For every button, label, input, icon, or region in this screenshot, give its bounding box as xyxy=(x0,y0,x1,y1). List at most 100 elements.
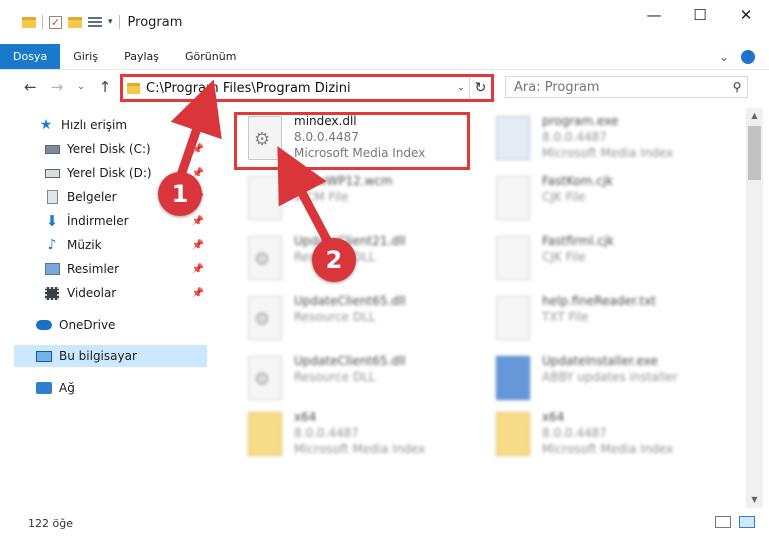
folder-icon xyxy=(496,412,530,456)
folder-icon xyxy=(127,82,140,94)
vertical-scrollbar[interactable]: ▲ ▼ xyxy=(746,108,763,508)
pin-icon: 📌 xyxy=(191,143,204,155)
maximize-button[interactable]: ☐ xyxy=(677,0,723,30)
forward-arrow-icon[interactable]: → xyxy=(51,78,64,96)
file-item[interactable]: SnowWP12.wcm WCM File xyxy=(234,172,474,228)
file-name: Fastfirml.cjk xyxy=(542,234,615,248)
file-item[interactable]: program.exe 8.0.0.4487 Microsoft Media I… xyxy=(482,112,722,168)
new-folder-icon[interactable] xyxy=(68,16,82,28)
up-arrow-icon[interactable]: ↑ xyxy=(99,78,112,96)
search-icon[interactable]: ⚲ xyxy=(727,80,747,94)
tab-view[interactable]: Görünüm xyxy=(172,44,249,69)
file-list: mindex.dll 8.0.0.4487 Microsoft Media In… xyxy=(222,108,742,508)
sidebar-item-music[interactable]: ♪ Müzik 📌 xyxy=(14,234,207,256)
tab-file[interactable]: Dosya xyxy=(0,44,61,69)
pin-icon: 📌 xyxy=(191,287,204,299)
computer-icon xyxy=(36,348,52,364)
step-marker-2: 2 xyxy=(312,238,356,282)
close-button[interactable]: ✕ xyxy=(723,0,769,30)
properties-list-icon[interactable] xyxy=(88,16,102,28)
sidebar-item-label: Belgeler xyxy=(67,190,117,204)
minimize-button[interactable]: — xyxy=(631,0,677,30)
search-input[interactable] xyxy=(514,79,727,95)
sidebar-item-label: Hızlı erişim xyxy=(61,118,128,132)
sidebar-item-videos[interactable]: Videolar 📌 xyxy=(14,282,207,304)
file-name: UpdateClient65.dll xyxy=(294,294,406,308)
dll-file-icon xyxy=(248,236,282,280)
file-version: ABBY updates installer xyxy=(542,370,678,384)
file-name: UpdateInstaller.exe xyxy=(542,354,658,368)
view-switcher xyxy=(715,516,755,528)
pin-icon: 📌 xyxy=(191,239,204,251)
file-name: x64 xyxy=(294,410,317,424)
file-version: 8.0.0.4487 xyxy=(294,130,359,144)
quick-access-toolbar: ✓ ▾ xyxy=(0,15,120,29)
file-item[interactable]: x64 8.0.0.4487 Microsoft Media Index xyxy=(234,408,474,464)
videos-icon xyxy=(44,285,60,301)
scroll-down-arrow-icon[interactable]: ▼ xyxy=(746,492,763,508)
file-name: program.exe xyxy=(542,114,619,128)
file-item-mindex-dll[interactable]: mindex.dll 8.0.0.4487 Microsoft Media In… xyxy=(234,112,474,168)
sidebar-item-label: Müzik xyxy=(67,238,102,252)
sidebar-item-label: Yerel Disk (C:) xyxy=(67,142,151,156)
file-description: Microsoft Media Index xyxy=(542,146,674,160)
sidebar-item-pictures[interactable]: Resimler 📌 xyxy=(14,258,207,280)
sidebar-item-onedrive[interactable]: OneDrive xyxy=(14,314,207,336)
drive-icon xyxy=(44,165,60,181)
file-version: WCM File xyxy=(294,190,349,204)
sidebar-item-this-pc[interactable]: Bu bilgisayar xyxy=(14,345,207,367)
file-item[interactable]: FastKom.cjk CJK File xyxy=(482,172,722,228)
sidebar-item-label: Ağ xyxy=(59,381,75,395)
file-item[interactable]: x64 8.0.0.4487 Microsoft Media Index xyxy=(482,408,722,464)
dll-file-icon xyxy=(248,116,282,160)
tab-share[interactable]: Paylaş xyxy=(111,44,172,69)
installer-file-icon xyxy=(496,356,530,400)
help-icon[interactable]: ? xyxy=(741,49,755,64)
expand-ribbon-chevron-icon[interactable]: ⌄ xyxy=(719,50,729,64)
recent-locations-chevron-icon[interactable]: ⌄ xyxy=(77,82,85,92)
file-icon xyxy=(496,296,530,340)
file-item[interactable]: Fastfirml.cjk CJK File xyxy=(482,232,722,288)
file-item[interactable]: help.fineReader.txt TXT File xyxy=(482,292,722,348)
drive-icon xyxy=(44,141,60,157)
details-view-icon[interactable] xyxy=(715,516,731,528)
customize-toolbar-chevron-icon[interactable]: ▾ xyxy=(108,17,113,27)
step-marker-1: 1 xyxy=(158,172,202,216)
address-bar[interactable]: C:\Program Files\Program Dizini ⌄ ↻ xyxy=(120,74,494,102)
folder-icon xyxy=(248,412,282,456)
pin-icon: 📌 xyxy=(191,263,204,275)
sidebar-item-label: Videolar xyxy=(67,286,117,300)
pictures-icon xyxy=(44,261,60,277)
address-dropdown-chevron-icon[interactable]: ⌄ xyxy=(453,83,469,93)
file-description: Microsoft Media Index xyxy=(542,442,674,456)
dll-file-icon xyxy=(248,296,282,340)
address-path[interactable]: C:\Program Files\Program Dizini xyxy=(146,81,453,96)
file-item[interactable]: UpdateInstaller.exe ABBY updates install… xyxy=(482,352,722,408)
navigation-pane: ★ Hızlı erişim Yerel Disk (C:) 📌 Yerel D… xyxy=(0,108,210,508)
tab-home[interactable]: Giriş xyxy=(60,44,111,69)
sidebar-item-label: Resimler xyxy=(67,262,120,276)
scroll-up-arrow-icon[interactable]: ▲ xyxy=(746,108,763,124)
scrollbar-thumb[interactable] xyxy=(748,126,761,180)
sidebar-item-label: Yerel Disk (D:) xyxy=(67,166,152,180)
cloud-icon xyxy=(36,317,52,333)
sidebar-item-quick-access[interactable]: ★ Hızlı erişim xyxy=(14,114,207,136)
file-icon xyxy=(496,176,530,220)
ribbon-right-controls: ⌄ ? xyxy=(719,44,769,69)
file-description: Microsoft Media Index xyxy=(294,442,426,456)
window-controls: — ☐ ✕ xyxy=(631,0,769,30)
properties-check-icon[interactable]: ✓ xyxy=(49,15,62,29)
sidebar-item-label: Bu bilgisayar xyxy=(59,349,137,363)
file-name: FastKom.cjk xyxy=(542,174,614,188)
file-item[interactable]: UpdateClient65.dll Resource DLL xyxy=(234,352,474,408)
file-item[interactable]: UpdateClient65.dll Resource DLL xyxy=(234,292,474,348)
title-bar: ✓ ▾ Program — ☐ ✕ xyxy=(0,0,769,44)
back-arrow-icon[interactable]: ← xyxy=(24,78,37,96)
sidebar-item-local-disk-c[interactable]: Yerel Disk (C:) 📌 xyxy=(14,138,207,160)
search-box[interactable]: ⚲ xyxy=(505,76,748,98)
refresh-icon[interactable]: ↻ xyxy=(469,77,491,99)
file-version: Resource DLL xyxy=(294,310,376,324)
navigation-buttons: ← → ⌄ ↑ xyxy=(0,78,111,96)
large-icons-view-icon[interactable] xyxy=(739,516,755,528)
sidebar-item-network[interactable]: Ağ xyxy=(14,377,207,399)
